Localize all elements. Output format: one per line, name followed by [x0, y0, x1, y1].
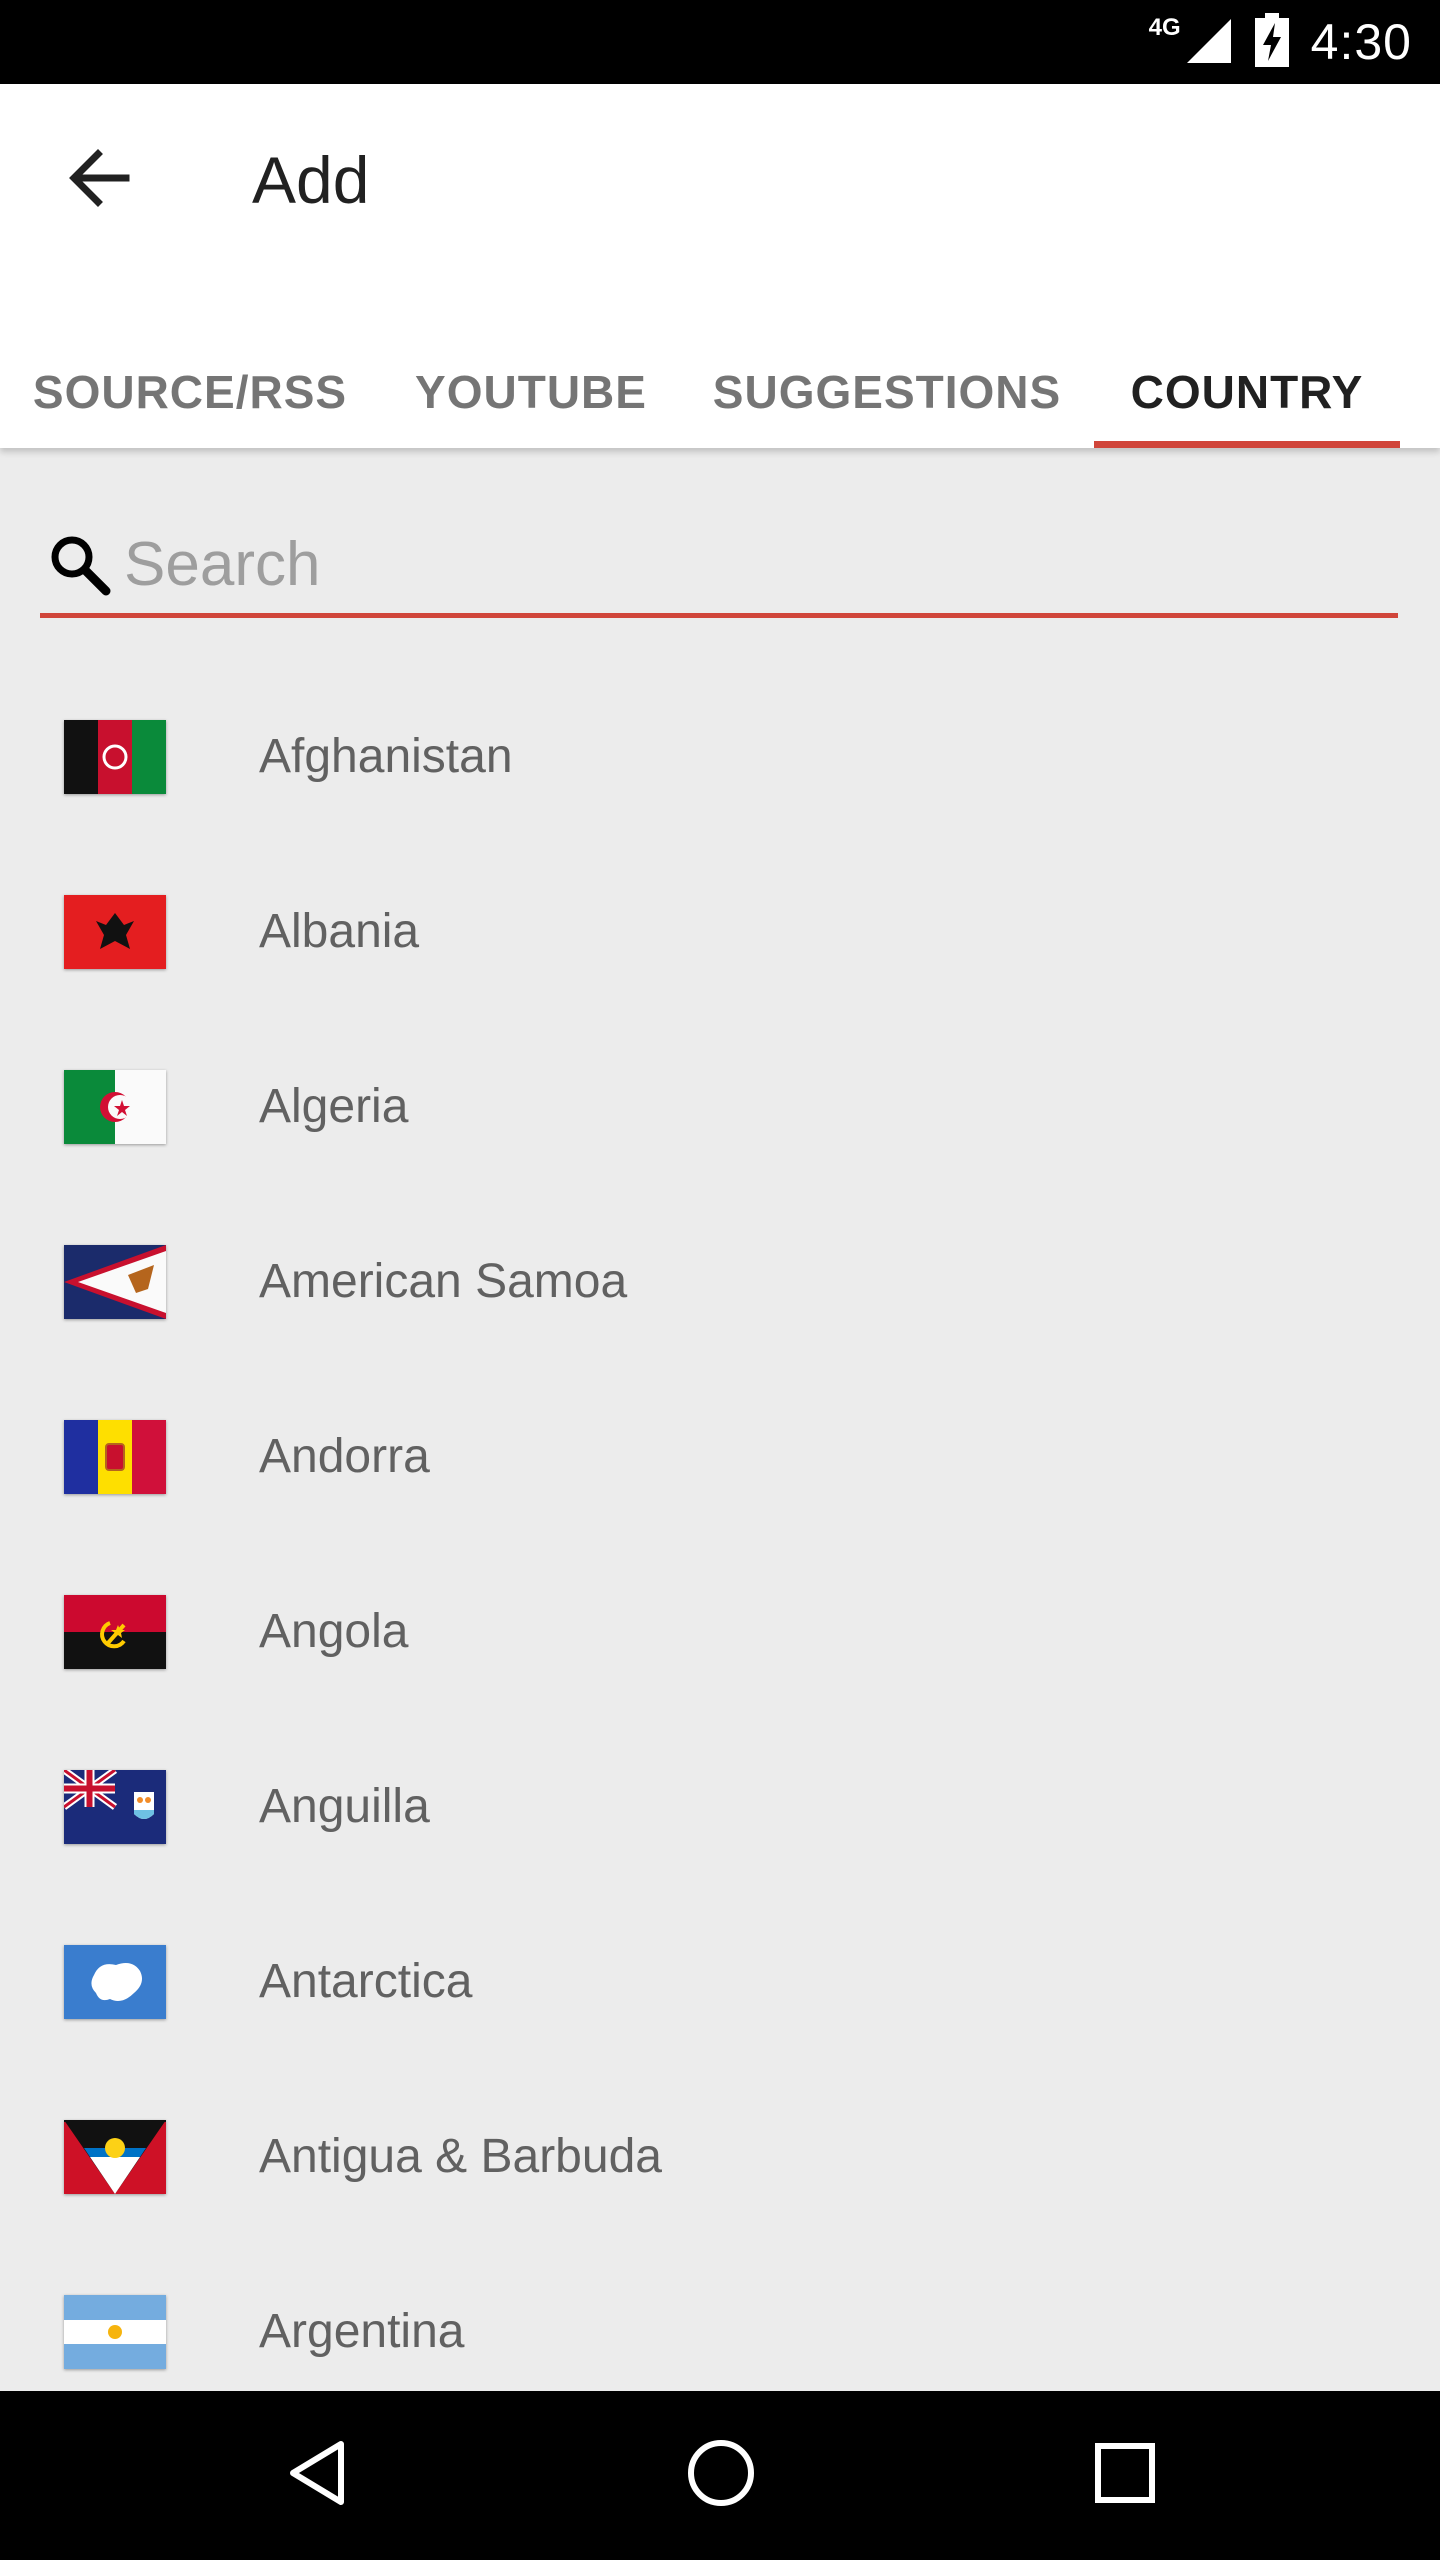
list-item[interactable]: Antarctica [0, 1894, 1440, 2069]
search-icon [40, 520, 120, 610]
recents-square-icon [1094, 2442, 1156, 2509]
anguilla-flag-icon [64, 1769, 166, 1844]
list-item[interactable]: Andorra [0, 1369, 1440, 1544]
country-name: Angola [259, 1605, 409, 1658]
country-name: American Samoa [259, 1255, 628, 1308]
search-bar [40, 516, 1398, 618]
page-title: Add [252, 143, 370, 217]
tab-youtube[interactable]: YOUTUBE [380, 336, 682, 448]
country-name: Antarctica [259, 1955, 473, 2008]
albania-flag-icon [64, 894, 166, 969]
tab-country[interactable]: COUNTRY [1094, 336, 1400, 448]
tab-suggestions[interactable]: SUGGESTIONS [682, 336, 1092, 448]
status-bar: 4G 4:30 [0, 0, 1440, 84]
country-name: Andorra [259, 1430, 430, 1483]
american-samoa-flag-icon [64, 1244, 166, 1319]
nav-back-button[interactable] [232, 2391, 401, 2560]
signal-icon [1183, 15, 1233, 70]
arrow-left-icon [66, 148, 130, 213]
list-item[interactable]: Algeria [0, 1019, 1440, 1194]
antigua-barbuda-flag-icon [64, 2119, 166, 2194]
country-name: Anguilla [259, 1780, 430, 1833]
country-list: Afghanistan Albania Algeria American Sam… [0, 669, 1440, 2391]
status-icons: 4G 4:30 [1149, 0, 1412, 84]
nav-recents-button[interactable] [1040, 2391, 1209, 2560]
angola-flag-icon [64, 1594, 166, 1669]
list-item[interactable]: Angola [0, 1544, 1440, 1719]
network-type-label: 4G [1148, 14, 1181, 41]
list-item[interactable]: Anguilla [0, 1719, 1440, 1894]
list-item[interactable]: Argentina [0, 2244, 1440, 2391]
country-name: Albania [259, 905, 420, 958]
back-button[interactable] [48, 130, 148, 230]
tab-bar: SOURCE/RSS YOUTUBE SUGGESTIONS COUNTRY [0, 336, 1440, 448]
argentina-flag-icon [64, 2294, 166, 2369]
battery-charging-icon [1254, 12, 1289, 72]
navigation-bar [0, 2391, 1440, 2560]
andorra-flag-icon [64, 1419, 166, 1494]
afghanistan-flag-icon [64, 719, 166, 794]
algeria-flag-icon [64, 1069, 166, 1144]
country-name: Antigua & Barbuda [259, 2130, 662, 2183]
clock: 4:30 [1310, 14, 1412, 70]
antarctica-flag-icon [64, 1944, 166, 2019]
country-name: Argentina [259, 2305, 465, 2358]
country-name: Algeria [259, 1080, 409, 1133]
country-name: Afghanistan [259, 730, 513, 783]
active-tab-indicator [1094, 441, 1400, 448]
back-triangle-icon [285, 2438, 349, 2513]
list-item[interactable]: Afghanistan [0, 669, 1440, 844]
list-item[interactable]: Antigua & Barbuda [0, 2069, 1440, 2244]
list-item[interactable]: Albania [0, 844, 1440, 1019]
tab-country-label: COUNTRY [1130, 366, 1364, 418]
list-item[interactable]: American Samoa [0, 1194, 1440, 1369]
app-bar: Add SOURCE/RSS YOUTUBE SUGGESTIONS COUNT… [0, 84, 1440, 448]
search-input[interactable] [120, 519, 1398, 610]
home-circle-icon [686, 2438, 756, 2513]
nav-home-button[interactable] [636, 2391, 805, 2560]
tab-source-rss[interactable]: SOURCE/RSS [0, 336, 380, 448]
